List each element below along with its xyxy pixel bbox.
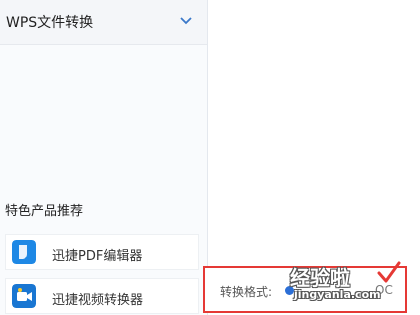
watermark: 经验啦 jingyanla.com xyxy=(290,261,410,312)
checkmark-icon xyxy=(377,261,401,283)
sidebar-title: WPS文件转换 xyxy=(6,15,94,31)
format-label: 转换格式: xyxy=(220,285,273,299)
product-label: 迅捷视频转换器 xyxy=(52,293,144,308)
section-title: 特色产品推荐 xyxy=(5,204,84,219)
product-label: 迅捷PDF编辑器 xyxy=(52,249,143,264)
product-item-pdf-editor[interactable]: PDF 迅捷PDF编辑器 xyxy=(5,234,199,270)
watermark-text: 经验啦 xyxy=(290,266,350,290)
sidebar-header[interactable]: WPS文件转换 xyxy=(0,0,207,45)
pdf-editor-icon: PDF xyxy=(12,240,36,264)
chevron-down-icon[interactable] xyxy=(178,12,194,28)
watermark-url: jingyanla.com xyxy=(294,288,381,301)
sidebar: WPS文件转换 特色产品推荐 PDF 迅捷PDF编辑器 迅捷视频转换器 xyxy=(0,0,208,315)
video-converter-icon xyxy=(12,284,36,308)
svg-text:PDF: PDF xyxy=(25,257,35,263)
product-item-video-converter[interactable]: 迅捷视频转换器 xyxy=(5,278,199,314)
